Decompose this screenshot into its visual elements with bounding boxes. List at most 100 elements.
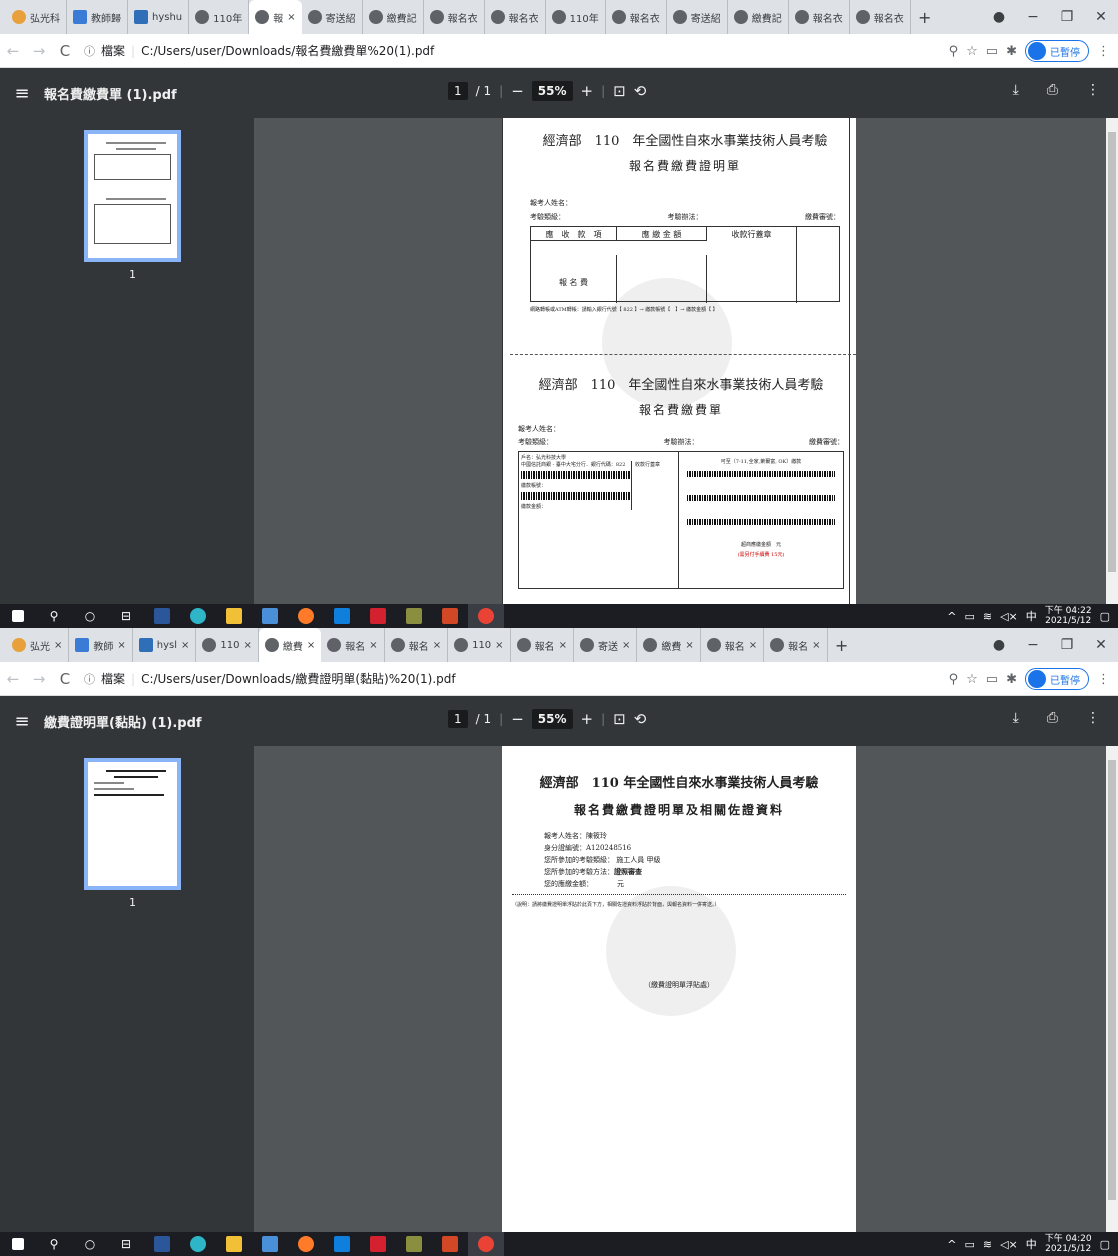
notification-icon[interactable]: ▢ (1100, 610, 1110, 623)
volume-icon[interactable]: ◁× (1000, 610, 1018, 623)
browser-tab-active[interactable]: 繳費 × (258, 628, 322, 662)
zoom-level-input[interactable]: 55% (531, 709, 573, 729)
print-icon[interactable]: ⎙ (1047, 710, 1058, 726)
chrome-icon[interactable] (468, 604, 504, 628)
browser-tab[interactable]: 寄送紹 (302, 0, 363, 34)
edge-icon[interactable] (180, 1232, 216, 1256)
pdf-viewer[interactable]: 經濟部 110 年全國性自來水事業技術人員考驗 報名費繳費證明單 報考人姓名： … (254, 118, 1106, 604)
browser-tab[interactable]: 繳費記 (728, 0, 789, 34)
cortana-icon[interactable]: ○ (72, 604, 108, 628)
browser-tab[interactable]: 弘光科 (6, 0, 67, 34)
pdf-viewer[interactable]: 經濟部 110 年全國性自來水事業技術人員考驗 報名費繳費證明單及相關佐證資料 … (254, 746, 1106, 1232)
browser-tab[interactable]: 寄送 × (574, 628, 638, 662)
browser-tab[interactable]: 報名衣 (606, 0, 667, 34)
scrollbar-thumb[interactable] (1108, 760, 1116, 1200)
clock[interactable]: 下午 04:20 2021/5/12 (1045, 1234, 1092, 1254)
notification-icon[interactable]: ▢ (1100, 1238, 1110, 1251)
store-icon[interactable] (252, 604, 288, 628)
mail-icon[interactable] (324, 1232, 360, 1256)
info-icon[interactable]: ⓘ (84, 671, 95, 687)
tab-search-icon[interactable]: ● (982, 637, 1016, 653)
extensions-puzzle-icon[interactable]: ✱ (1006, 672, 1017, 687)
wifi-icon[interactable]: ≋ (983, 610, 992, 623)
rotate-icon[interactable]: ⟲ (634, 710, 647, 728)
powerpoint-icon[interactable] (432, 1232, 468, 1256)
acrobat-icon[interactable] (360, 604, 396, 628)
zoom-out-button[interactable]: − (511, 710, 524, 728)
close-window-button[interactable]: ✕ (1084, 637, 1118, 653)
profile-paused-button[interactable]: 已暫停 (1025, 668, 1089, 690)
word-icon[interactable] (144, 604, 180, 628)
search-icon[interactable]: ⚲ (36, 604, 72, 628)
powerpoint-icon[interactable] (432, 604, 468, 628)
zoom-icon[interactable]: ⚲ (949, 44, 959, 59)
show-hidden-icons-icon[interactable]: ^ (947, 1238, 956, 1251)
page-number-input[interactable]: 1 (448, 82, 468, 100)
vertical-scrollbar[interactable] (1106, 746, 1118, 1232)
browser-tab[interactable]: hyshu (128, 0, 190, 34)
download-icon[interactable]: ⤓ (1013, 82, 1019, 98)
omnibox[interactable]: ⓘ 檔案 | C:/Users/user/Downloads/報名費繳費單%20… (84, 42, 434, 59)
firefox-icon[interactable] (288, 604, 324, 628)
close-window-button[interactable]: ✕ (1084, 9, 1118, 25)
forward-button[interactable]: → (26, 670, 52, 688)
browser-tab[interactable]: 110 × (196, 628, 259, 662)
maximize-button[interactable]: ❐ (1050, 9, 1084, 25)
show-hidden-icons-icon[interactable]: ^ (947, 610, 956, 623)
wifi-icon[interactable]: ≋ (983, 1238, 992, 1251)
more-options-icon[interactable]: ⋮ (1086, 710, 1100, 726)
file-explorer-icon[interactable] (216, 1232, 252, 1256)
browser-tab[interactable]: 繳費 × (637, 628, 701, 662)
more-menu-icon[interactable]: ⋮ (1097, 672, 1110, 687)
page-thumbnail[interactable] (84, 758, 181, 890)
browser-tab[interactable]: 報名 × (385, 628, 449, 662)
rotate-icon[interactable]: ⟲ (634, 82, 647, 100)
browser-tab[interactable]: 教師 × (69, 628, 133, 662)
cast-icon[interactable]: ▭ (986, 672, 998, 687)
browser-tab[interactable]: 110年 (189, 0, 250, 34)
hamburger-menu-icon[interactable]: ≡ (0, 83, 44, 104)
browser-tab[interactable]: hysl × (133, 628, 197, 662)
task-view-icon[interactable]: ⊟ (108, 604, 144, 628)
windows-start-icon[interactable] (0, 604, 36, 628)
ime-icon[interactable]: 中 (1026, 1236, 1037, 1252)
chrome-icon[interactable] (468, 1232, 504, 1256)
battery-icon[interactable]: ▭ (964, 610, 974, 623)
zoom-in-button[interactable]: + (581, 82, 594, 100)
browser-tab[interactable]: 報名衣 (424, 0, 485, 34)
download-icon[interactable]: ⤓ (1013, 710, 1019, 726)
browser-tab-active[interactable]: 報 × (249, 0, 302, 34)
browser-tab[interactable]: 報名 × (764, 628, 828, 662)
ime-icon[interactable]: 中 (1026, 608, 1037, 624)
browser-tab[interactable]: 繳費記 (363, 0, 424, 34)
browser-tab[interactable]: 教師歸 (67, 0, 128, 34)
info-icon[interactable]: ⓘ (84, 43, 95, 59)
new-tab-button[interactable]: + (911, 8, 939, 27)
browser-tab[interactable]: 報名衣 (789, 0, 850, 34)
browser-tab[interactable]: 寄送紹 (667, 0, 728, 34)
fit-page-icon[interactable]: ⊡ (613, 82, 626, 100)
vertical-scrollbar[interactable] (1106, 118, 1118, 604)
maximize-button[interactable]: ❐ (1050, 637, 1084, 653)
search-icon[interactable]: ⚲ (36, 1232, 72, 1256)
tab-search-icon[interactable]: ● (982, 9, 1016, 25)
close-tab-icon[interactable]: × (287, 12, 295, 23)
profile-paused-button[interactable]: 已暫停 (1025, 40, 1089, 62)
zoom-level-input[interactable]: 55% (531, 81, 573, 101)
omnibox[interactable]: ⓘ 檔案 | C:/Users/user/Downloads/繳費證明單(黏貼)… (84, 670, 456, 687)
zoom-out-button[interactable]: − (511, 82, 524, 100)
more-options-icon[interactable]: ⋮ (1086, 82, 1100, 98)
bookmark-star-icon[interactable]: ☆ (966, 672, 978, 687)
hamburger-menu-icon[interactable]: ≡ (0, 711, 44, 732)
word-icon[interactable] (144, 1232, 180, 1256)
browser-tab[interactable]: 報名衣 (485, 0, 546, 34)
bookmark-star-icon[interactable]: ☆ (966, 44, 978, 59)
page-thumbnail[interactable] (84, 130, 181, 262)
page-number-input[interactable]: 1 (448, 710, 468, 728)
browser-tab[interactable]: 報名衣 (850, 0, 911, 34)
print-icon[interactable]: ⎙ (1047, 82, 1058, 98)
reload-button[interactable]: C (52, 670, 78, 688)
browser-tab[interactable]: 報名 × (511, 628, 574, 662)
app-icon[interactable] (396, 1232, 432, 1256)
file-explorer-icon[interactable] (216, 604, 252, 628)
